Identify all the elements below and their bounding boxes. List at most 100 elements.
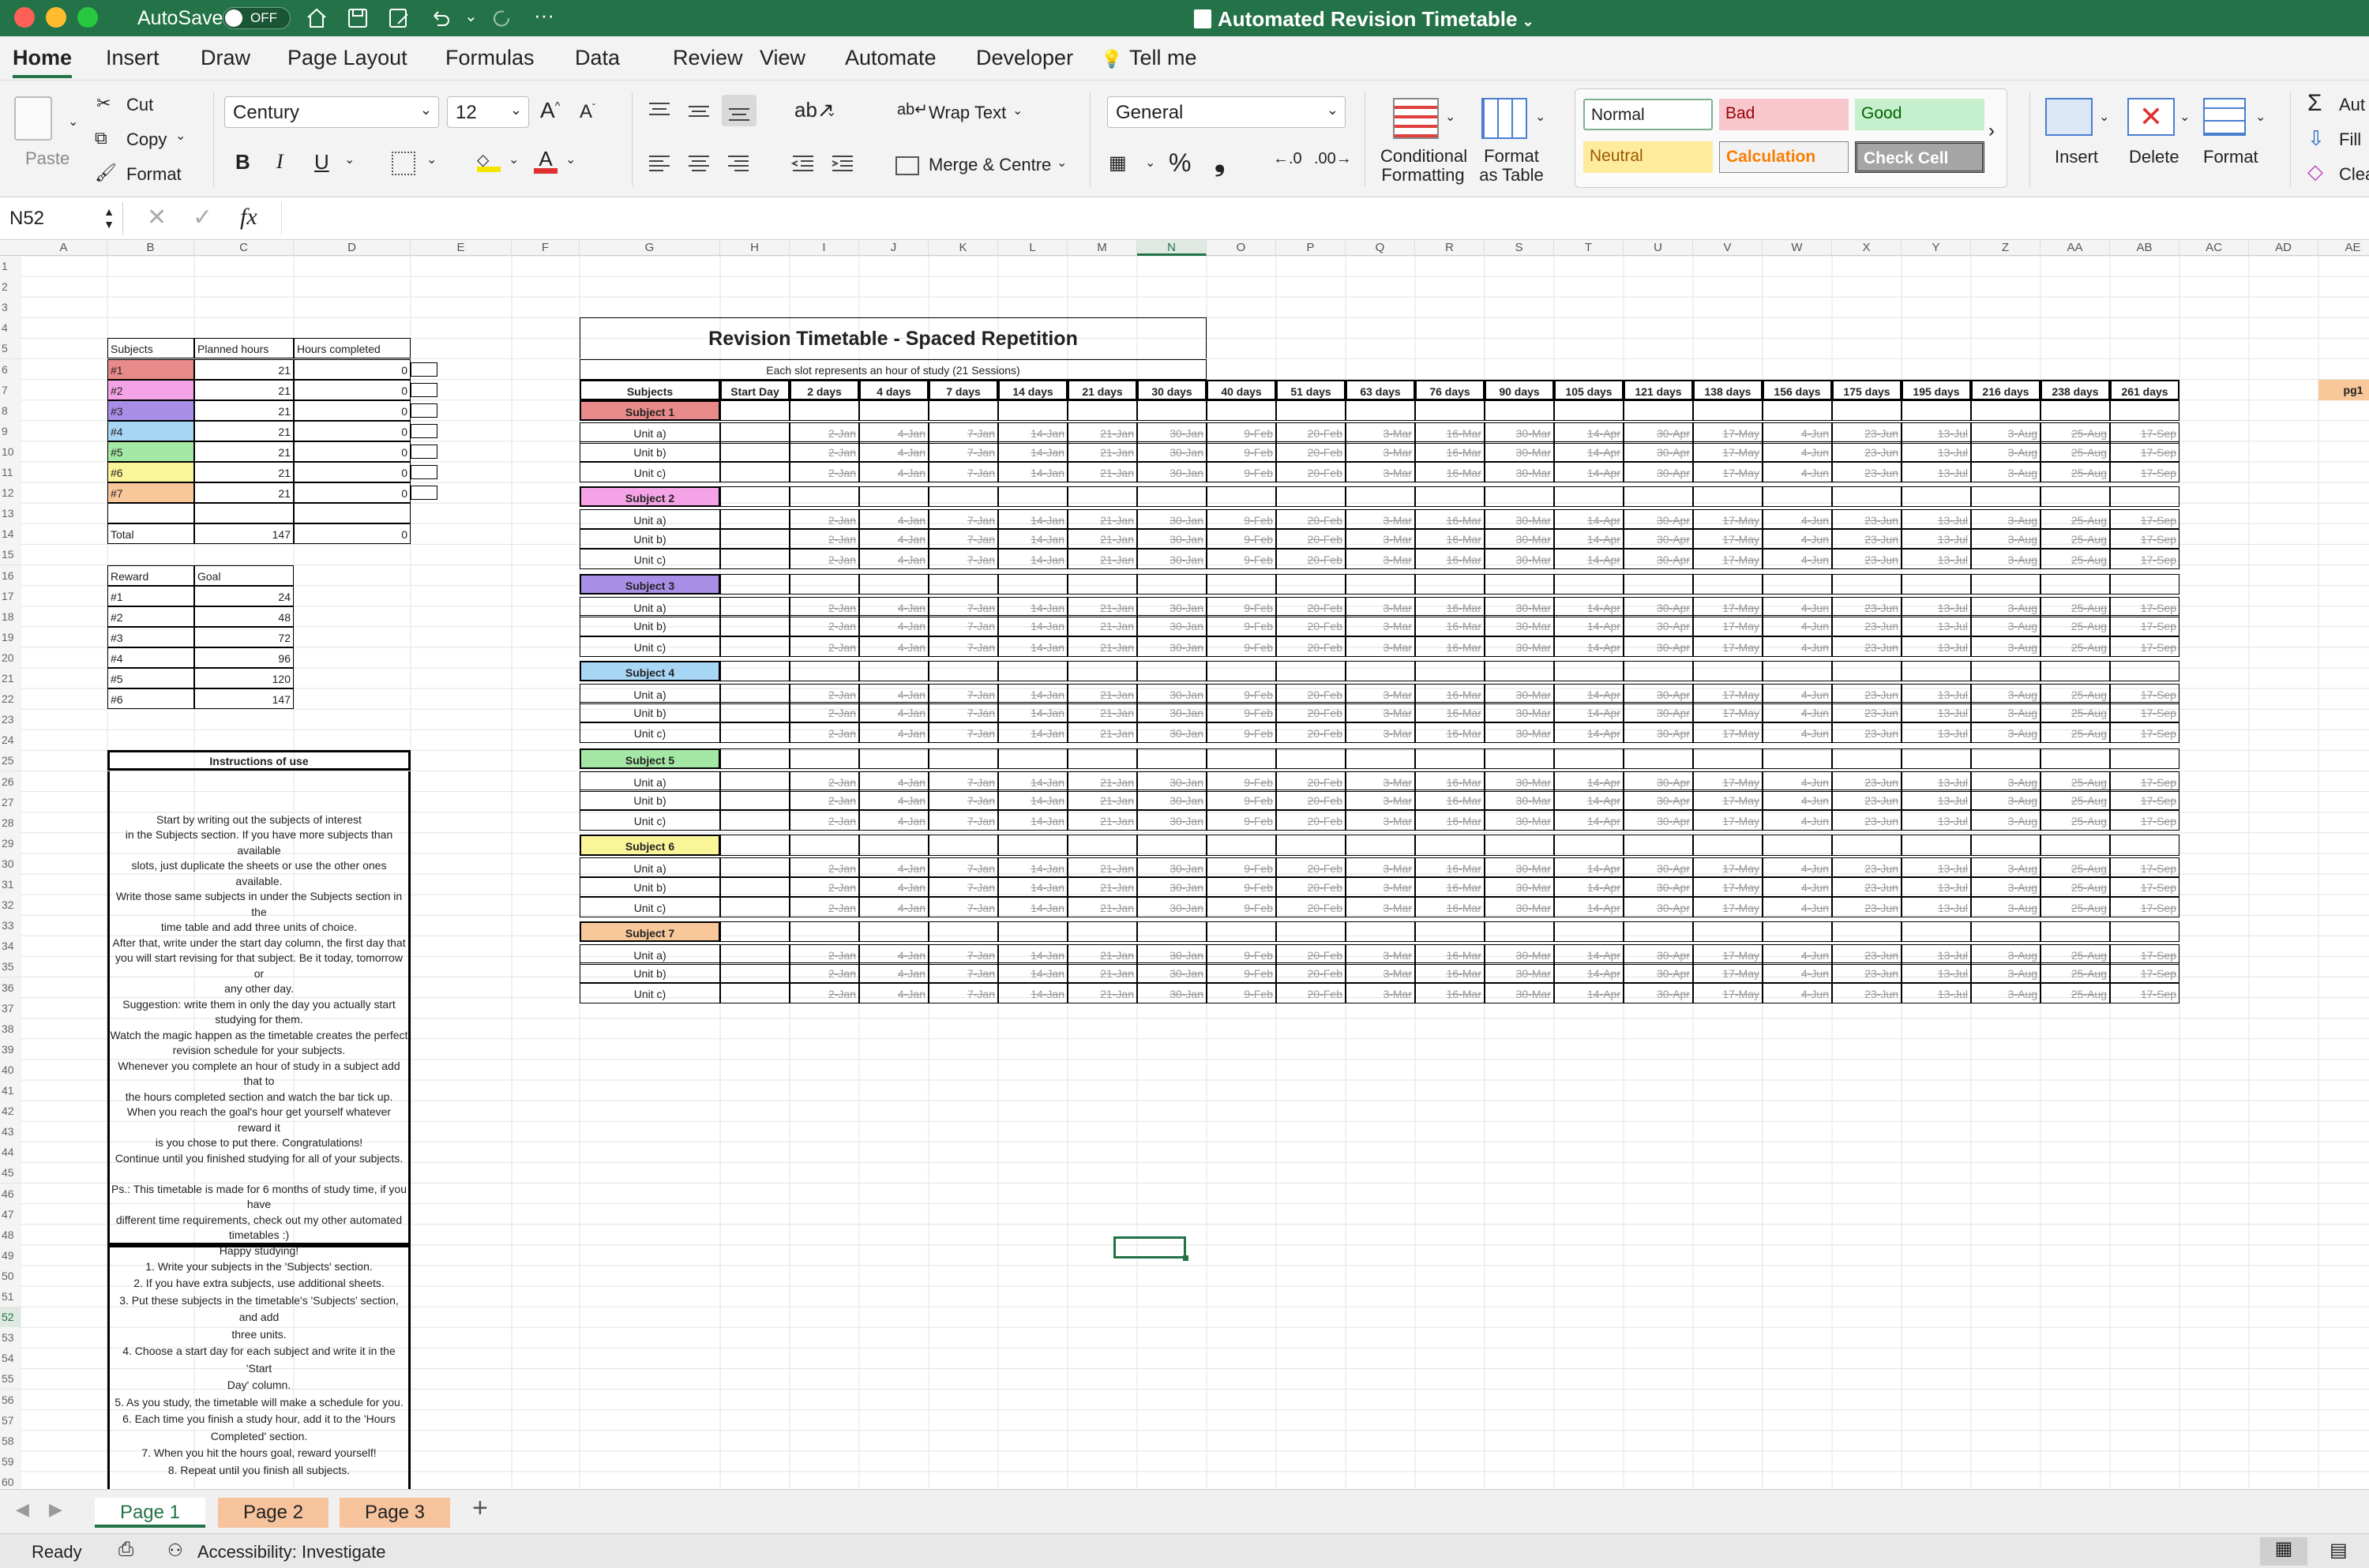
copy-icon[interactable]: ⧉ (95, 128, 107, 148)
timetable-unit[interactable]: Unit c) (580, 810, 720, 831)
column-header-T[interactable]: T (1554, 240, 1624, 256)
review-date[interactable]: 14-Jan (998, 422, 1068, 444)
review-date[interactable]: 14-Apr (1554, 422, 1624, 444)
row-header[interactable]: 55 (0, 1368, 21, 1390)
review-date[interactable]: 16-Mar (1415, 422, 1485, 444)
review-date[interactable]: 17-Sep (2110, 962, 2179, 984)
review-date[interactable]: 20-Feb (1276, 857, 1346, 879)
review-date[interactable]: 20-Feb (1276, 636, 1346, 657)
review-date[interactable]: 21-Jan (1068, 548, 1137, 569)
review-date[interactable]: 30-Apr (1624, 509, 1693, 531)
review-date[interactable]: 14-Jan (998, 596, 1068, 618)
column-header-K[interactable]: K (929, 240, 998, 256)
review-date[interactable]: 14-Jan (998, 509, 1068, 531)
font-color-icon[interactable]: A (534, 147, 558, 174)
review-date[interactable]: 7-Jan (929, 983, 998, 1004)
row-header[interactable]: 35 (0, 956, 21, 977)
review-date[interactable]: 20-Feb (1276, 876, 1346, 897)
hours-completed[interactable]: 0 (294, 400, 411, 421)
start-day-input[interactable] (720, 962, 790, 984)
subject-slot[interactable]: #5 (107, 441, 194, 462)
fill-color-icon[interactable]: ◇ (477, 150, 501, 172)
accessibility-status[interactable]: Accessibility: Investigate (197, 1542, 385, 1562)
conditional-formatting-dropdown-icon[interactable]: ⌄ (1445, 109, 1455, 125)
review-date[interactable]: 17-Sep (2110, 810, 2179, 831)
review-date[interactable]: 17-May (1693, 615, 1763, 636)
confirm-entry-icon[interactable]: ✓ (193, 204, 212, 231)
review-date[interactable]: 4-Jun (1763, 876, 1832, 897)
review-date[interactable]: 4-Jun (1763, 896, 1832, 917)
review-date[interactable]: 3-Mar (1346, 857, 1415, 879)
review-date[interactable]: 30-Apr (1624, 683, 1693, 704)
review-date[interactable]: 30-Jan (1137, 810, 1207, 831)
review-date[interactable]: 2-Jan (790, 462, 859, 483)
review-date[interactable]: 9-Feb (1207, 896, 1276, 917)
review-date[interactable]: 14-Apr (1554, 636, 1624, 657)
timetable-subject[interactable]: Subject 5 (580, 748, 720, 769)
worksheet-grid[interactable]: A B C D E F G H I J K L M N O P Q R S T U V W X Y Z AA AB AC AD AE 123… (0, 240, 2369, 1489)
review-date[interactable]: 16-Mar (1415, 615, 1485, 636)
review-date[interactable]: 25-Aug (2040, 702, 2110, 723)
hours-completed[interactable]: 0 (294, 482, 411, 504)
timetable-subject[interactable]: Subject 2 (580, 486, 720, 508)
column-header-P[interactable]: P (1276, 240, 1346, 256)
review-date[interactable]: 3-Mar (1346, 876, 1415, 897)
review-date[interactable]: 21-Jan (1068, 462, 1137, 483)
review-date[interactable]: 17-Sep (2110, 943, 2179, 965)
review-date[interactable]: 20-Feb (1276, 596, 1346, 618)
autosum-button[interactable]: Aut (2339, 95, 2365, 115)
row-header[interactable]: 13 (0, 503, 21, 524)
accounting-format-icon[interactable]: ▦ (1109, 152, 1127, 174)
review-date[interactable]: 3-Aug (1971, 527, 2040, 549)
review-date[interactable]: 13-Jul (1902, 876, 1971, 897)
sheet-tab-page-2[interactable]: Page 2 (218, 1498, 329, 1528)
review-date[interactable]: 23-Jun (1832, 771, 1902, 792)
review-date[interactable]: 17-Sep (2110, 636, 2179, 657)
review-date[interactable]: 25-Aug (2040, 683, 2110, 704)
review-date[interactable]: 4-Jan (859, 441, 929, 462)
review-date[interactable]: 4-Jun (1763, 509, 1832, 531)
review-date[interactable]: 16-Mar (1415, 702, 1485, 723)
review-date[interactable]: 13-Jul (1902, 422, 1971, 444)
review-date[interactable]: 14-Apr (1554, 527, 1624, 549)
start-day-input[interactable] (720, 722, 790, 744)
column-header-D[interactable]: D (294, 240, 411, 256)
review-date[interactable]: 3-Aug (1971, 509, 2040, 531)
review-date[interactable]: 20-Feb (1276, 702, 1346, 723)
tab-page-layout[interactable]: Page Layout (287, 46, 407, 70)
review-date[interactable]: 30-Mar (1485, 548, 1554, 569)
format-painter-button[interactable]: Format (126, 164, 182, 185)
paste-button[interactable]: Paste (25, 148, 69, 169)
fill-icon[interactable]: ⇩ (2307, 126, 2325, 151)
review-date[interactable]: 17-Sep (2110, 789, 2179, 811)
review-date[interactable]: 30-Jan (1137, 983, 1207, 1004)
column-header-W[interactable]: W (1763, 240, 1832, 256)
review-date[interactable]: 3-Mar (1346, 615, 1415, 636)
review-date[interactable]: 30-Jan (1137, 943, 1207, 965)
review-date[interactable]: 3-Mar (1346, 683, 1415, 704)
review-date[interactable]: 13-Jul (1902, 789, 1971, 811)
review-date[interactable]: 14-Apr (1554, 441, 1624, 462)
merge-dropdown-icon[interactable]: ⌄ (1057, 155, 1067, 171)
align-center-icon[interactable] (685, 152, 712, 175)
review-date[interactable]: 4-Jun (1763, 441, 1832, 462)
review-date[interactable]: 3-Mar (1346, 810, 1415, 831)
review-date[interactable]: 4-Jan (859, 509, 929, 531)
timetable-subject[interactable]: Subject 3 (580, 574, 720, 595)
timetable-subject[interactable]: Subject 1 (580, 400, 720, 421)
review-date[interactable]: 14-Apr (1554, 722, 1624, 744)
review-date[interactable]: 4-Jun (1763, 810, 1832, 831)
review-date[interactable]: 14-Jan (998, 896, 1068, 917)
row-header[interactable]: 58 (0, 1430, 21, 1451)
review-date[interactable]: 30-Apr (1624, 896, 1693, 917)
review-date[interactable]: 17-May (1693, 683, 1763, 704)
review-date[interactable]: 30-Apr (1624, 983, 1693, 1004)
review-date[interactable]: 30-Jan (1137, 422, 1207, 444)
reward-goal[interactable]: 48 (194, 606, 294, 627)
review-date[interactable]: 17-May (1693, 943, 1763, 965)
review-date[interactable]: 4-Jun (1763, 983, 1832, 1004)
review-date[interactable]: 25-Aug (2040, 441, 2110, 462)
review-date[interactable]: 30-Jan (1137, 857, 1207, 879)
start-day-input[interactable] (720, 462, 790, 483)
review-date[interactable]: 13-Jul (1902, 636, 1971, 657)
